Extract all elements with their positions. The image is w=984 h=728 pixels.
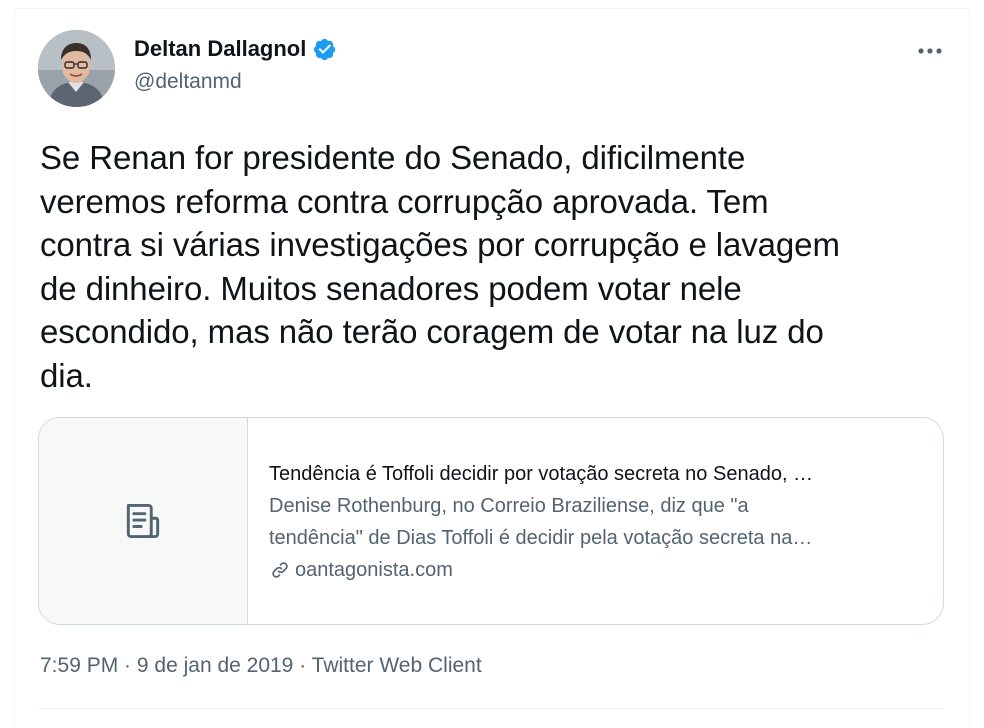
avatar-photo [38, 30, 115, 107]
tweet-text: Se Renan for presidente do Senado, dific… [40, 139, 840, 394]
card-body: Tendência é Toffoli decidir por votação … [269, 458, 929, 586]
article-icon [126, 503, 160, 539]
more-options-button[interactable] [912, 36, 948, 66]
card-domain: oantagonista.com [269, 554, 929, 586]
card-description: Denise Rothenburg, no Correio Braziliens… [269, 495, 813, 549]
avatar[interactable] [38, 30, 115, 107]
card-thumbnail [39, 418, 248, 624]
link-icon [272, 562, 288, 578]
author-name[interactable]: Deltan Dallagnol [134, 36, 337, 62]
link-card[interactable]: Tendência é Toffoli decidir por votação … [38, 417, 944, 625]
card-domain-text: oantagonista.com [295, 559, 453, 581]
author-handle[interactable]: @deltanmd [134, 70, 242, 94]
divider [38, 708, 944, 709]
tweet-date[interactable]: 9 de jan de 2019 [137, 654, 293, 677]
tweet-client[interactable]: Twitter Web Client [312, 654, 482, 677]
more-horizontal-icon [918, 48, 942, 54]
author-name-text: Deltan Dallagnol [134, 36, 307, 61]
tweet-time[interactable]: 7:59 PM [40, 654, 118, 677]
tweet-metadata: 7:59 PM · 9 de jan de 2019 · Twitter Web… [40, 654, 482, 678]
meta-separator: · [118, 654, 137, 677]
verified-badge-icon [314, 38, 336, 60]
meta-separator: · [293, 654, 312, 677]
card-title: Tendência é Toffoli decidir por votação … [269, 463, 814, 485]
